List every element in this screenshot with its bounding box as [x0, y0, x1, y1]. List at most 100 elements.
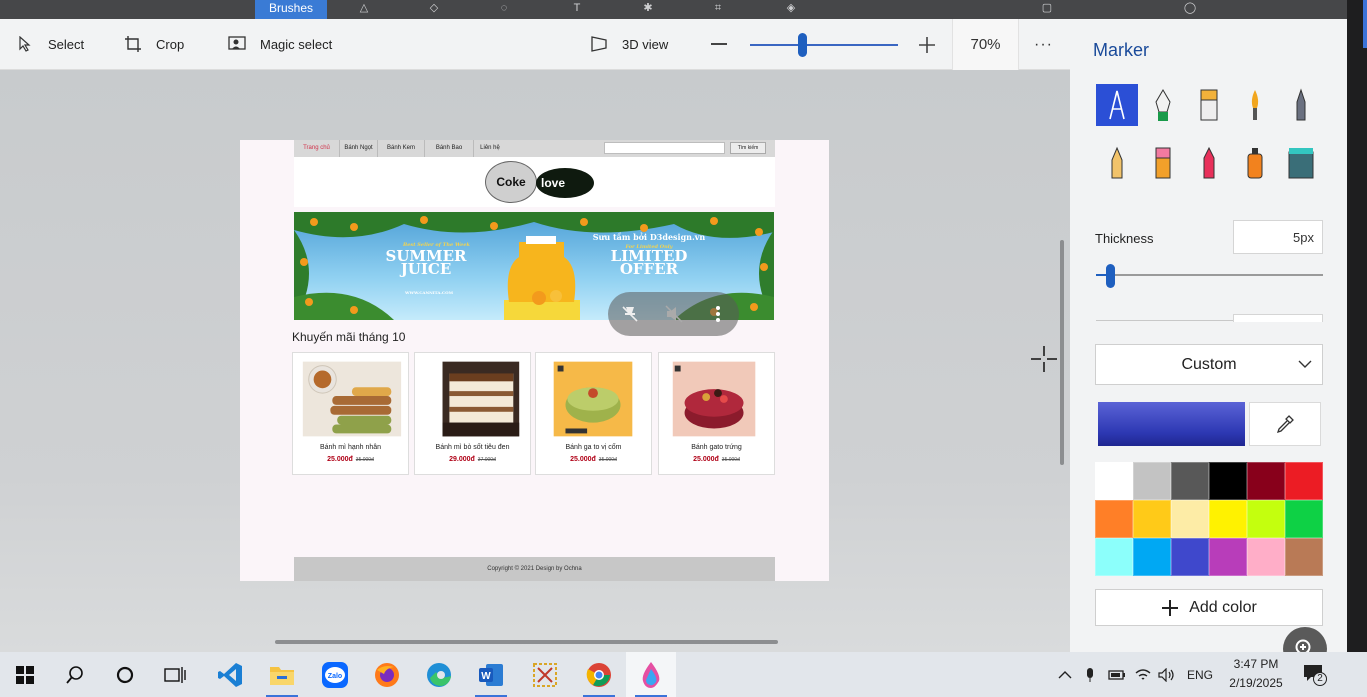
clock-time: 3:47 PM: [1233, 657, 1279, 671]
palette-swatch[interactable]: [1247, 500, 1285, 538]
thickness-input[interactable]: 5px: [1233, 220, 1323, 254]
palette-swatch[interactable]: [1133, 538, 1171, 576]
unpin-icon[interactable]: [620, 304, 640, 324]
effects-icon[interactable]: ✱: [641, 2, 655, 14]
zoom-in-icon[interactable]: [918, 36, 936, 54]
text-icon[interactable]: T: [570, 2, 584, 14]
oil-brush-button[interactable]: [1188, 84, 1230, 126]
palette-swatch[interactable]: [1095, 500, 1133, 538]
product-name: Bánh mì hạnh nhân: [319, 444, 382, 451]
product-name: Bánh gato trứng: [691, 444, 742, 451]
more-options-icon[interactable]: ···: [1034, 36, 1054, 53]
zoom-out-icon[interactable]: [711, 43, 727, 45]
volume-icon[interactable]: [1158, 652, 1176, 697]
palette-swatch[interactable]: [1171, 462, 1209, 500]
palette-swatch[interactable]: [1209, 538, 1247, 576]
3d-view-icon: [590, 35, 608, 53]
zoom-slider-track[interactable]: [750, 44, 898, 46]
cortana-icon: [116, 666, 134, 683]
palette-swatch[interactable]: [1133, 462, 1171, 500]
canvas-icon[interactable]: ⌗: [711, 2, 725, 14]
palette-swatch[interactable]: [1095, 538, 1133, 576]
spray-can-button[interactable]: [1234, 142, 1276, 184]
2d-shapes-icon[interactable]: △: [357, 2, 371, 14]
start-button[interactable]: [0, 652, 50, 697]
3d-library-icon[interactable]: ◈: [784, 2, 798, 14]
pixel-pen-button[interactable]: [1280, 84, 1322, 126]
old-price: 35.000đ: [598, 457, 617, 463]
language-indicator[interactable]: ENG: [1187, 652, 1217, 697]
taskbar-chrome[interactable]: [574, 652, 624, 697]
taskbar-edge[interactable]: [414, 652, 464, 697]
taskbar-paint3d[interactable]: [626, 652, 676, 697]
cortana-button[interactable]: [100, 652, 150, 697]
folder-icon: [270, 666, 294, 685]
select-button[interactable]: Select: [16, 32, 84, 56]
plus-icon: [1162, 599, 1179, 616]
palette-swatch[interactable]: [1209, 462, 1247, 500]
opacity-input[interactable]: [1233, 314, 1323, 322]
stickers-icon[interactable]: ◌: [497, 2, 511, 14]
palette-swatch[interactable]: [1171, 538, 1209, 576]
vertical-scrollbar[interactable]: [1060, 240, 1064, 465]
nav-banh-kem: Bánh Kem: [378, 140, 425, 157]
crop-button[interactable]: Crop: [124, 32, 184, 56]
eyedropper-button[interactable]: [1249, 402, 1321, 446]
thickness-slider-thumb[interactable]: [1105, 264, 1115, 288]
more-vertical-icon[interactable]: [712, 304, 724, 324]
calligraphy-pen-button[interactable]: [1142, 84, 1184, 126]
3d-view-button[interactable]: 3D view: [590, 32, 668, 56]
microphone-icon[interactable]: [1085, 652, 1099, 697]
current-color-swatch[interactable]: [1098, 402, 1245, 446]
marker-brush-button[interactable]: [1096, 84, 1138, 126]
search-button[interactable]: [50, 652, 100, 697]
notification-badge: 2: [1313, 672, 1327, 686]
add-color-button[interactable]: Add color: [1095, 589, 1323, 626]
zoom-percent[interactable]: 70%: [952, 19, 1019, 70]
logo-coke: Coke: [485, 161, 537, 203]
taskbar-firefox[interactable]: [362, 652, 412, 697]
undo-icon[interactable]: ◯: [1183, 2, 1197, 14]
panel-title: Marker: [1093, 40, 1150, 60]
palette-swatch[interactable]: [1209, 500, 1247, 538]
color-mode-dropdown[interactable]: Custom: [1095, 344, 1323, 385]
tab-brushes[interactable]: Brushes: [255, 0, 327, 19]
taskbar-vscode[interactable]: [205, 652, 255, 697]
horizontal-scrollbar[interactable]: [275, 640, 778, 644]
taskbar-file-explorer[interactable]: [257, 652, 307, 697]
palette-swatch[interactable]: [1095, 462, 1133, 500]
palette-swatch[interactable]: [1247, 462, 1285, 500]
eraser-button[interactable]: [1142, 142, 1184, 184]
zoom-slider-thumb[interactable]: [797, 33, 807, 57]
tray-overflow-icon[interactable]: [1058, 652, 1074, 697]
taskbar-zalo[interactable]: Zalo: [310, 652, 360, 697]
battery-icon[interactable]: [1108, 652, 1126, 697]
watercolor-button[interactable]: [1234, 84, 1276, 126]
palette-swatch[interactable]: [1285, 500, 1323, 538]
magic-select-button[interactable]: Magic select: [228, 32, 332, 56]
mute-icon[interactable]: [664, 304, 684, 324]
price: 25.000đ: [570, 456, 596, 463]
action-center-button[interactable]: 2: [1303, 664, 1329, 688]
fill-bucket-button[interactable]: [1280, 142, 1322, 184]
palette-swatch[interactable]: [1285, 462, 1323, 500]
paste-icon[interactable]: ▢: [1040, 2, 1054, 14]
3d-shapes-icon[interactable]: ◇: [427, 2, 441, 14]
crayon-button[interactable]: [1188, 142, 1230, 184]
palette-swatch[interactable]: [1247, 538, 1285, 576]
task-view-button[interactable]: [150, 652, 200, 697]
windows-taskbar: Zalo W ENG 3:47 PM 2/19/2025 2: [0, 652, 1367, 697]
pencil-button[interactable]: [1096, 142, 1138, 184]
wifi-icon[interactable]: [1134, 652, 1152, 697]
system-clock[interactable]: 3:47 PM 2/19/2025: [1224, 655, 1288, 693]
taskbar-word[interactable]: W: [466, 652, 516, 697]
palette-swatch[interactable]: [1285, 538, 1323, 576]
palette-swatch[interactable]: [1133, 500, 1171, 538]
magic-select-icon: [228, 35, 246, 53]
site-nav: Trang chủ Bánh Ngọt Bánh Kem Bánh Bao Li…: [294, 140, 775, 157]
thickness-slider-track[interactable]: [1096, 274, 1323, 276]
price: 25.000đ: [693, 456, 719, 463]
chrome-icon: [586, 662, 611, 687]
taskbar-snipping-tool[interactable]: [520, 652, 570, 697]
palette-swatch[interactable]: [1171, 500, 1209, 538]
